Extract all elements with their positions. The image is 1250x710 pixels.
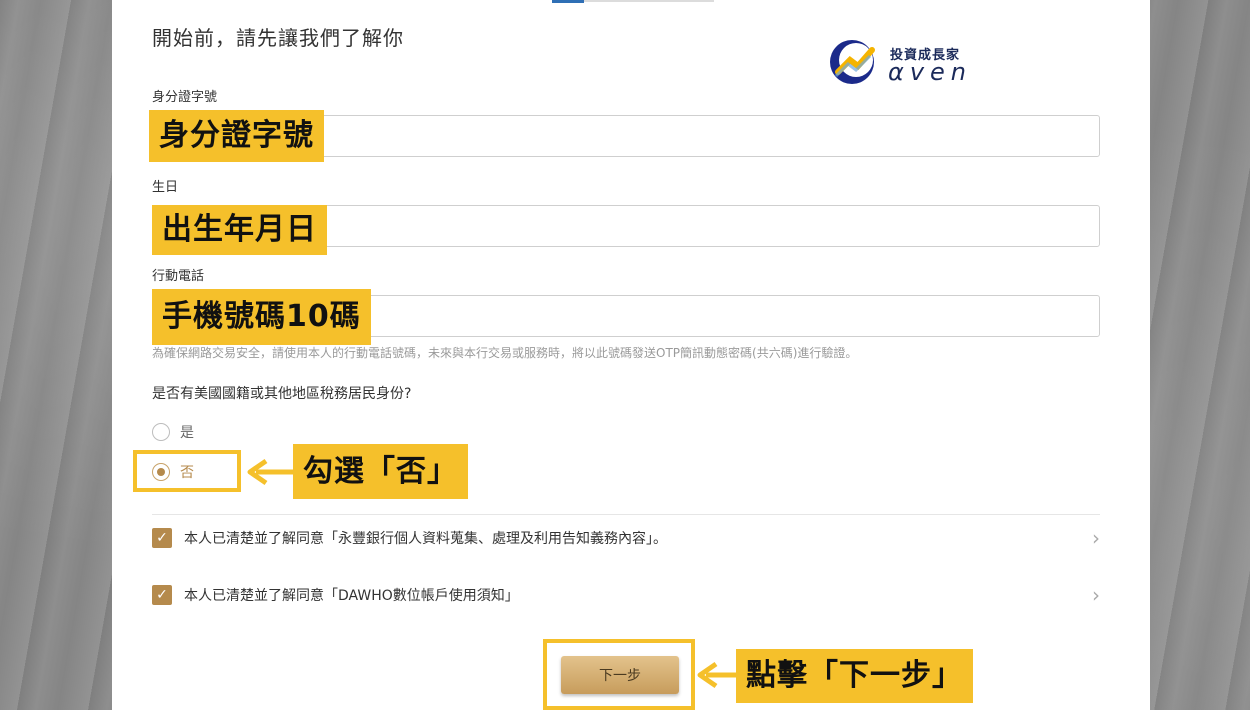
radio-option-yes[interactable]: 是 — [152, 422, 194, 442]
divider — [152, 514, 1100, 515]
arrow-left-icon — [247, 458, 294, 486]
annotation-click-next: 點擊「下一步」 — [736, 649, 973, 703]
radio-yes-label: 是 — [180, 425, 194, 441]
chevron-right-icon[interactable]: › — [1092, 583, 1100, 607]
tax-question: 是否有美國國籍或其他地區稅務居民身份? — [152, 386, 412, 402]
agreement-row-1[interactable]: ✓ 本人已清楚並了解同意「永豐銀行個人資料蒐集、處理及利用告知義務內容」。 › — [152, 526, 1100, 550]
checkbox-checked-icon[interactable]: ✓ — [152, 528, 172, 548]
phone-label: 行動電話 — [152, 269, 205, 284]
annotation-choose-no: 勾選「否」 — [293, 444, 468, 499]
step-indicator-active — [552, 0, 584, 3]
id-number-label: 身分證字號 — [152, 90, 218, 105]
logo-wordmark: αven — [888, 58, 972, 86]
birthday-label: 生日 — [152, 180, 179, 195]
page-title: 開始前，請先讓我們了解你 — [152, 26, 404, 50]
highlight-radio-no — [133, 450, 241, 492]
annotation-birthday: 出生年月日 — [152, 205, 327, 255]
agreement-row-2[interactable]: ✓ 本人已清楚並了解同意「DAWHO數位帳戶使用須知」 › — [152, 583, 1100, 607]
step-indicator — [584, 0, 714, 2]
checkbox-checked-icon[interactable]: ✓ — [152, 585, 172, 605]
next-step-button[interactable]: 下一步 — [561, 656, 679, 694]
annotation-id: 身分證字號 — [149, 110, 324, 162]
radio-yes-icon[interactable] — [152, 423, 170, 441]
chevron-right-icon[interactable]: › — [1092, 526, 1100, 550]
agreement-text-1: 本人已清楚並了解同意「永豐銀行個人資料蒐集、處理及利用告知義務內容」。 — [184, 531, 667, 547]
agreement-text-2: 本人已清楚並了解同意「DAWHO數位帳戶使用須知」 — [184, 588, 519, 604]
annotation-phone: 手機號碼10碼 — [152, 289, 371, 345]
phone-hint: 為確保網路交易安全，請使用本人的行動電話號碼，未來與本行交易或服務時，將以此號碼… — [152, 346, 858, 360]
